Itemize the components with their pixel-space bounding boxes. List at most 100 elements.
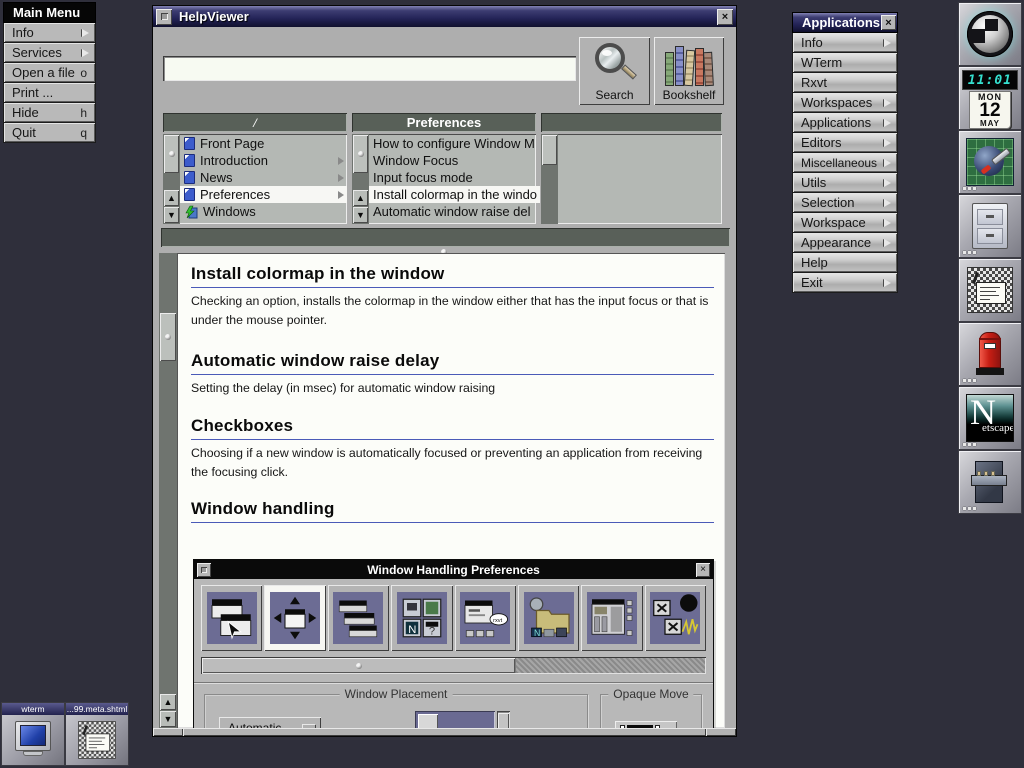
dock-tile-archive[interactable] bbox=[958, 450, 1022, 514]
scroll-down-button[interactable]: ▼ bbox=[160, 711, 176, 727]
applications-menu-item-appearance[interactable]: Appearance bbox=[792, 233, 898, 253]
window-handling-preferences-illustration: Window Handling Preferences × bbox=[193, 559, 714, 728]
scroll-up-button[interactable]: ▲ bbox=[160, 694, 176, 710]
bookshelf-button[interactable]: Bookshelf bbox=[654, 37, 724, 105]
scroll-up-button[interactable]: ▲ bbox=[164, 190, 179, 206]
scrollbar-knob[interactable] bbox=[164, 135, 179, 173]
miniaturize-button[interactable] bbox=[156, 9, 172, 25]
icons-pref-icon: N ? bbox=[397, 592, 447, 644]
applications-menu-item-applications[interactable]: Applications bbox=[792, 113, 898, 133]
scrollbar-knob[interactable] bbox=[542, 135, 557, 165]
content-scrollbar[interactable]: ▲ ▼ bbox=[159, 253, 177, 728]
scroll-up-button[interactable]: ▲ bbox=[353, 190, 368, 206]
applications-menu-item-help[interactable]: Help bbox=[792, 253, 898, 273]
svg-text:N: N bbox=[534, 628, 540, 638]
scroll-down-button[interactable]: ▼ bbox=[164, 207, 179, 223]
column2-scrollbar[interactable]: ▲ ▼ bbox=[352, 134, 369, 224]
scroll-down-button[interactable]: ▼ bbox=[353, 207, 368, 223]
applications-menu-item-editors[interactable]: Editors bbox=[792, 133, 898, 153]
browser-item[interactable]: How to configure Window M bbox=[369, 135, 540, 152]
main-menu-item-services[interactable]: Services bbox=[3, 43, 96, 63]
dock-tile-draw[interactable] bbox=[958, 130, 1022, 194]
main-menu-item-open-a-file[interactable]: Open a file o bbox=[3, 63, 96, 83]
section-heading: Checkboxes bbox=[191, 416, 714, 440]
stacking-pref-icon bbox=[333, 592, 383, 644]
search-icon bbox=[593, 43, 637, 85]
dock-tile-clock[interactable]: 11:01 MON 12 MAY bbox=[958, 66, 1022, 130]
notes-icon bbox=[78, 721, 116, 759]
browser-item[interactable]: Input focus mode bbox=[369, 169, 540, 186]
browser-item[interactable]: Window Focus bbox=[369, 152, 540, 169]
main-menu-title[interactable]: Main Menu bbox=[3, 2, 96, 23]
running-indicator bbox=[963, 379, 976, 382]
miniwindow-document[interactable]: ...99.meta.shtml bbox=[65, 702, 129, 766]
applications-menu-item-info[interactable]: Info bbox=[792, 33, 898, 53]
window-title: HelpViewer bbox=[179, 9, 710, 24]
dock-tile-window-maker[interactable] bbox=[958, 2, 1022, 66]
help-document: Install colormap in the window Checking … bbox=[177, 253, 725, 728]
windows-bolt-icon bbox=[184, 205, 198, 219]
placement-preview-scrollbar bbox=[497, 711, 510, 728]
placement-preview bbox=[415, 711, 495, 728]
applications-menu-item-miscellaneous[interactable]: Miscellaneous bbox=[792, 153, 898, 173]
main-menu-item-hide[interactable]: Hide h bbox=[3, 103, 96, 123]
applications-menu-item-wterm[interactable]: WTerm bbox=[792, 53, 898, 73]
window-placement-groupbox: Window Placement Automatic bbox=[204, 694, 588, 728]
miniaturize-icon bbox=[197, 563, 211, 577]
browser-item[interactable]: Automatic window raise del bbox=[369, 203, 540, 220]
svg-text:?: ? bbox=[429, 625, 435, 637]
browser-item[interactable]: Introduction bbox=[180, 152, 347, 169]
applications-menu-item-utils[interactable]: Utils bbox=[792, 173, 898, 193]
pref-button-panels bbox=[581, 585, 642, 651]
browser-item[interactable]: Windows bbox=[180, 203, 347, 220]
applications-menu-title[interactable]: Applications × bbox=[792, 12, 898, 33]
document-icon bbox=[184, 188, 195, 201]
column3-scrollbar[interactable] bbox=[541, 134, 558, 224]
miniwindow-wterm[interactable]: wterm bbox=[1, 702, 65, 766]
browser-item-selected[interactable]: Install colormap in the windo bbox=[369, 186, 540, 203]
browser-item[interactable]: News bbox=[180, 169, 347, 186]
search-input[interactable] bbox=[163, 56, 576, 81]
close-icon: × bbox=[722, 11, 728, 23]
hscroll-knob bbox=[202, 658, 515, 673]
menu-close-button[interactable]: × bbox=[881, 15, 896, 30]
svg-text:rxvt: rxvt bbox=[493, 618, 502, 624]
dock-tile-filing-cabinet[interactable] bbox=[958, 194, 1022, 258]
applications-menu-item-workspace[interactable]: Workspace bbox=[792, 213, 898, 233]
main-menu-item-quit[interactable]: Quit q bbox=[3, 123, 96, 143]
browser-item-selected[interactable]: Preferences bbox=[180, 186, 347, 203]
browser-item[interactable]: Front Page bbox=[180, 135, 347, 152]
applications-menu-item-rxvt[interactable]: Rxvt bbox=[792, 73, 898, 93]
miniwindow-title: wterm bbox=[2, 703, 64, 715]
knob-dimple-icon bbox=[356, 663, 362, 669]
window-resize-bar[interactable] bbox=[153, 728, 736, 736]
content-area: ▲ ▼ Install colormap in the window Check… bbox=[159, 253, 725, 728]
dock-tile-notes[interactable] bbox=[958, 258, 1022, 322]
dock-tile-netscape[interactable]: N etscape bbox=[958, 386, 1022, 450]
bookshelf-icon bbox=[664, 42, 714, 86]
applications-menu-item-workspaces[interactable]: Workspaces bbox=[792, 93, 898, 113]
section-heading: Automatic window raise delay bbox=[191, 351, 714, 375]
applications-menu-item-exit[interactable]: Exit bbox=[792, 273, 898, 293]
dock-tile-mail[interactable] bbox=[958, 322, 1022, 386]
doc-section: Automatic window raise delay Setting the… bbox=[191, 351, 714, 398]
scrollbar-knob[interactable] bbox=[160, 313, 176, 361]
main-menu-item-info[interactable]: Info bbox=[3, 23, 96, 43]
section-body: Checking an option, installs the colorma… bbox=[191, 292, 714, 330]
illustration-separator bbox=[194, 682, 713, 684]
column1-scrollbar[interactable]: ▲ ▼ bbox=[163, 134, 180, 224]
knob-dimple-icon bbox=[358, 151, 364, 157]
browser-column-header-1: / bbox=[163, 113, 347, 132]
filing-cabinet-icon bbox=[972, 203, 1008, 249]
archive-cabinet-icon bbox=[971, 459, 1009, 505]
applications-menu-item-selection[interactable]: Selection bbox=[792, 193, 898, 213]
knob-dimple-icon bbox=[165, 334, 171, 340]
browser-path-bar bbox=[161, 228, 730, 247]
doc-section: Install colormap in the window Checking … bbox=[191, 264, 714, 330]
close-button[interactable]: × bbox=[717, 9, 733, 25]
search-button[interactable]: Search bbox=[579, 37, 650, 105]
scrollbar-knob[interactable] bbox=[353, 135, 368, 173]
helpviewer-titlebar[interactable]: HelpViewer × bbox=[153, 6, 736, 27]
main-menu-item-print[interactable]: Print ... bbox=[3, 83, 96, 103]
pref-button-icons: N ? bbox=[391, 585, 452, 651]
